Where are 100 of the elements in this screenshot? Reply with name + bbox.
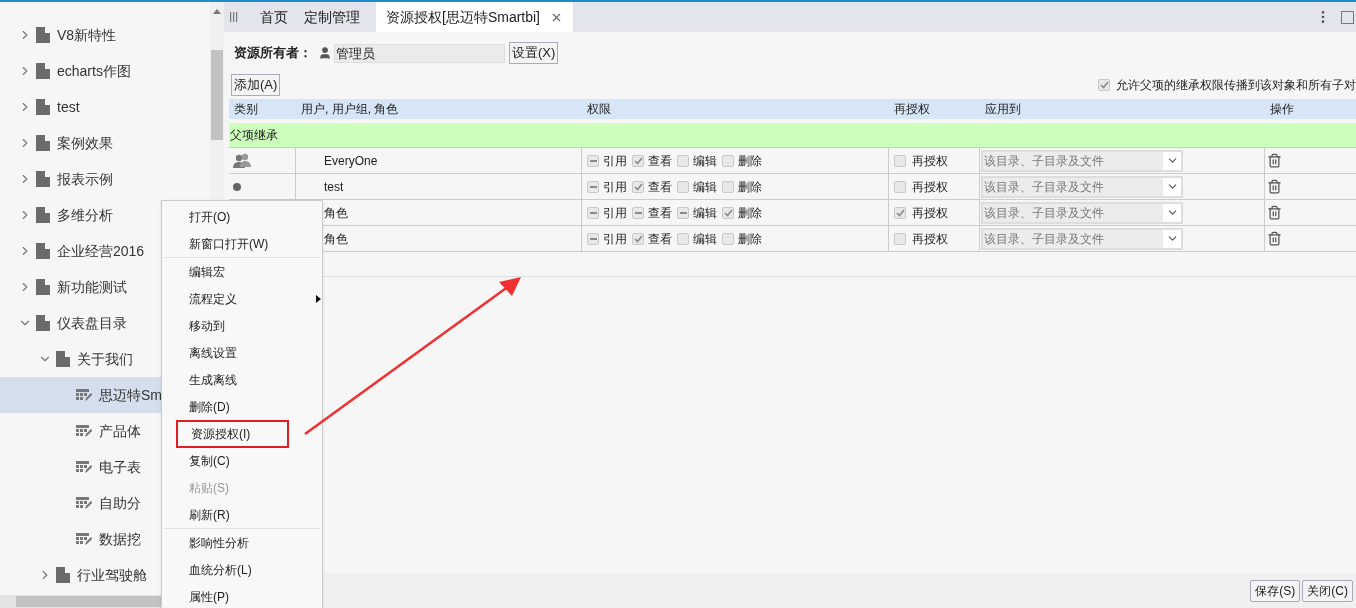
tree-item-label: 数据挖	[99, 529, 141, 549]
apply-to-select[interactable]: 该目录、子目录及文件	[981, 149, 1183, 172]
tree-item-label: 关于我们	[77, 349, 133, 369]
grip-icon[interactable]	[230, 12, 238, 22]
regrant-label: 再授权	[912, 204, 948, 222]
checkbox[interactable]	[632, 180, 644, 193]
tree-item-label: 案例效果	[57, 133, 113, 153]
column-header: 类别	[234, 102, 258, 116]
scroll-up-icon[interactable]	[213, 8, 221, 14]
tree-item-label: 多维分析	[57, 205, 113, 225]
tab[interactable]: 资源授权[思迈特Smartbi]	[376, 2, 573, 32]
apply-to-select[interactable]: 该目录、子目录及文件	[981, 175, 1183, 198]
delete-icon[interactable]	[1267, 205, 1282, 220]
menu-item[interactable]: 影响性分析	[176, 530, 262, 555]
column-header: 再授权	[894, 102, 930, 116]
permission-label: 查看	[648, 230, 672, 248]
tree-item-label: echarts作图	[57, 61, 131, 81]
checkbox[interactable]	[722, 206, 734, 219]
tree-item-label: 产品体	[99, 421, 141, 441]
menu-item[interactable]: 刷新(R)	[176, 502, 243, 527]
permission-label: 编辑	[693, 204, 717, 222]
checkbox[interactable]	[632, 232, 644, 245]
footer-button[interactable]: 关闭(C)	[1302, 579, 1353, 602]
menu-item[interactable]: 新窗口打开(W)	[176, 231, 282, 256]
checkbox[interactable]	[677, 206, 689, 219]
checkbox[interactable]	[677, 154, 689, 167]
permission-label: 引用	[603, 152, 627, 170]
permission-label: 引用	[603, 230, 627, 248]
apply-to-select[interactable]: 该目录、子目录及文件	[981, 227, 1183, 250]
menu-item[interactable]: 复制(C)	[176, 448, 243, 473]
checkbox[interactable]	[677, 232, 689, 245]
report-folder-icon	[36, 171, 50, 187]
report-folder-icon	[36, 27, 50, 43]
table-cell-text: 角色	[324, 230, 348, 248]
tree-item-label: 企业经营2016	[57, 241, 145, 261]
report-folder-icon	[36, 315, 50, 331]
permission-label: 删除	[738, 230, 762, 248]
menu-item[interactable]: 血统分析(L)	[176, 557, 265, 582]
permission-label: 查看	[648, 204, 672, 222]
permission-label: 编辑	[693, 230, 717, 248]
checkbox[interactable]	[894, 180, 906, 193]
column-header: 用户, 用户组, 角色	[301, 102, 399, 116]
checkbox[interactable]	[894, 232, 906, 245]
checkbox[interactable]	[587, 206, 599, 219]
checkbox[interactable]	[894, 206, 906, 219]
delete-icon[interactable]	[1267, 231, 1282, 246]
menu-item[interactable]: 编辑宏	[176, 259, 238, 284]
checkbox[interactable]	[587, 154, 599, 167]
set-button[interactable]: 设置(X)	[509, 42, 559, 64]
owner-field[interactable]: 管理员	[334, 43, 505, 63]
tree-item-label: V8新特性	[57, 25, 117, 45]
checkbox[interactable]	[722, 154, 734, 167]
apply-to-select[interactable]: 该目录、子目录及文件	[981, 201, 1183, 224]
grid-pencil-icon	[76, 424, 92, 438]
regrant-label: 再授权	[912, 152, 948, 170]
column-header: 权限	[587, 102, 611, 116]
tree-item-label: test	[57, 97, 80, 117]
add-button[interactable]: 添加(A)	[231, 74, 281, 96]
grid-pencil-icon	[76, 496, 92, 510]
checkbox[interactable]	[677, 180, 689, 193]
checkbox[interactable]	[894, 154, 906, 167]
permission-label: 编辑	[693, 178, 717, 196]
tree-item[interactable]: test	[0, 89, 210, 125]
tab[interactable]: 定制管理	[296, 2, 368, 32]
tree-item-label: 思迈特Sm	[99, 385, 162, 405]
report-folder-icon	[36, 243, 50, 259]
menu-item[interactable]: 属性(P)	[176, 584, 242, 608]
tree-item[interactable]: 案例效果	[0, 125, 210, 161]
menu-item[interactable]: 离线设置	[176, 340, 250, 365]
checkbox[interactable]	[587, 232, 599, 245]
inherit-option-label: 允许父项的继承权限传播到该对象和所有子对	[1116, 77, 1356, 94]
tree-item[interactable]: V8新特性	[0, 17, 210, 53]
delete-icon[interactable]	[1267, 179, 1282, 194]
maximize-icon[interactable]	[1341, 10, 1354, 24]
tab[interactable]: 首页	[252, 2, 296, 32]
tree-item-label: 电子表	[99, 457, 141, 477]
checkbox[interactable]	[587, 180, 599, 193]
footer-button[interactable]: 保存(S)	[1250, 579, 1301, 602]
menu-item[interactable]: 流程定义	[176, 286, 250, 311]
checkbox[interactable]	[722, 232, 734, 245]
report-folder-icon	[36, 207, 50, 223]
permission-label: 编辑	[693, 152, 717, 170]
delete-icon[interactable]	[1267, 153, 1282, 168]
tree-item-label: 仪表盘目录	[57, 313, 127, 333]
user-group-icon	[233, 152, 251, 169]
tree-item-label: 报表示例	[57, 169, 113, 189]
owner-label: 资源所有者：	[234, 44, 312, 63]
checkbox[interactable]	[722, 180, 734, 193]
permission-label: 引用	[603, 178, 627, 196]
tree-item[interactable]: echarts作图	[0, 53, 210, 89]
menu-item[interactable]: 打开(O)	[176, 204, 244, 229]
checkbox[interactable]	[1098, 79, 1110, 91]
column-header: 应用到	[985, 102, 1021, 116]
tree-item-label: 新功能测试	[57, 277, 127, 297]
menu-item[interactable]: 移动到	[176, 313, 238, 338]
checkbox[interactable]	[632, 154, 644, 167]
menu-item[interactable]: 资源授权(I)	[176, 419, 289, 448]
tree-item[interactable]: 报表示例	[0, 161, 210, 197]
checkbox[interactable]	[632, 206, 644, 219]
regrant-label: 再授权	[912, 178, 948, 196]
